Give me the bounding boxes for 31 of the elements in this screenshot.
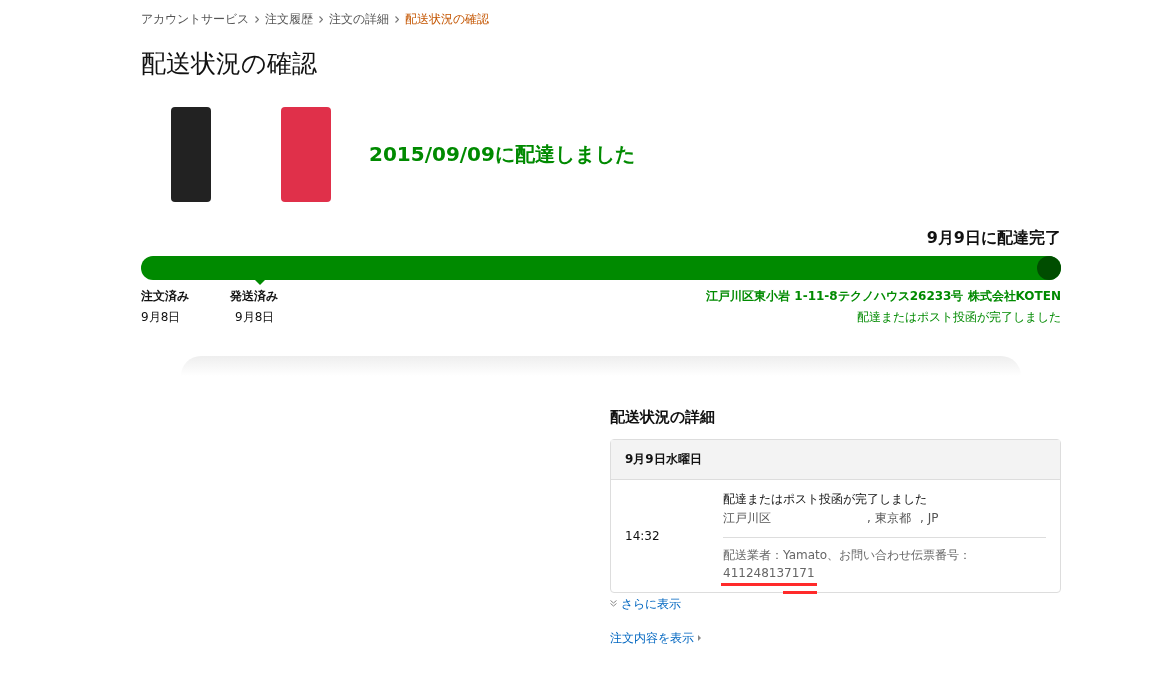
delivery-address: 江戸川区東小岩 1-11-8テクノハウス26233号 株式会社KOTEN — [706, 288, 1061, 305]
page-title: 配送状況の確認 — [141, 48, 318, 80]
tracking-number: 411248137171 — [723, 565, 815, 580]
step-date: 9月8日 — [235, 309, 276, 326]
breadcrumb-link[interactable]: 注文履歴 — [265, 10, 313, 28]
event-time: 14:32 — [625, 527, 660, 545]
breadcrumb-link[interactable]: アカウントサービス — [141, 10, 249, 28]
event-description: 配達またはポスト投函が完了しました — [723, 490, 928, 508]
chevron-icon — [319, 15, 323, 23]
step-label: 注文済み — [141, 288, 190, 305]
step-date: 9月8日 — [141, 309, 182, 326]
underline-mark — [783, 590, 817, 594]
event-date: 9月9日水曜日 — [625, 451, 702, 468]
breadcrumb-link[interactable]: 注文の詳細 — [329, 10, 389, 28]
section-heading: 配送状況の詳細 — [610, 407, 716, 428]
chevron-icon — [255, 15, 259, 23]
step-label: 発送済み — [230, 288, 279, 305]
double-chevron-icon — [610, 600, 617, 607]
event-location: 江戸川区 — [723, 509, 772, 527]
event-location: , 東京都 — [867, 509, 912, 527]
carrier-info: 配送業者：Yamato、お問い合わせ伝票番号： — [723, 546, 973, 564]
order-details-link[interactable]: 注文内容を表示 — [610, 628, 1061, 647]
caret-icon — [698, 634, 701, 641]
delivery-status: 9月9日に配達完了 — [926, 227, 1061, 249]
chevron-icon — [395, 15, 399, 23]
link-text: さらに表示 — [621, 595, 681, 613]
show-more-link[interactable]: さらに表示 — [610, 594, 1061, 613]
delivery-message: 配達またはポスト投函が完了しました — [857, 309, 1061, 326]
breadcrumb-link[interactable]: 配送状況の確認 — [405, 10, 489, 28]
delivery-headline: 2015/09/09に配達しました — [369, 141, 635, 168]
event-location: , JP — [920, 509, 939, 527]
